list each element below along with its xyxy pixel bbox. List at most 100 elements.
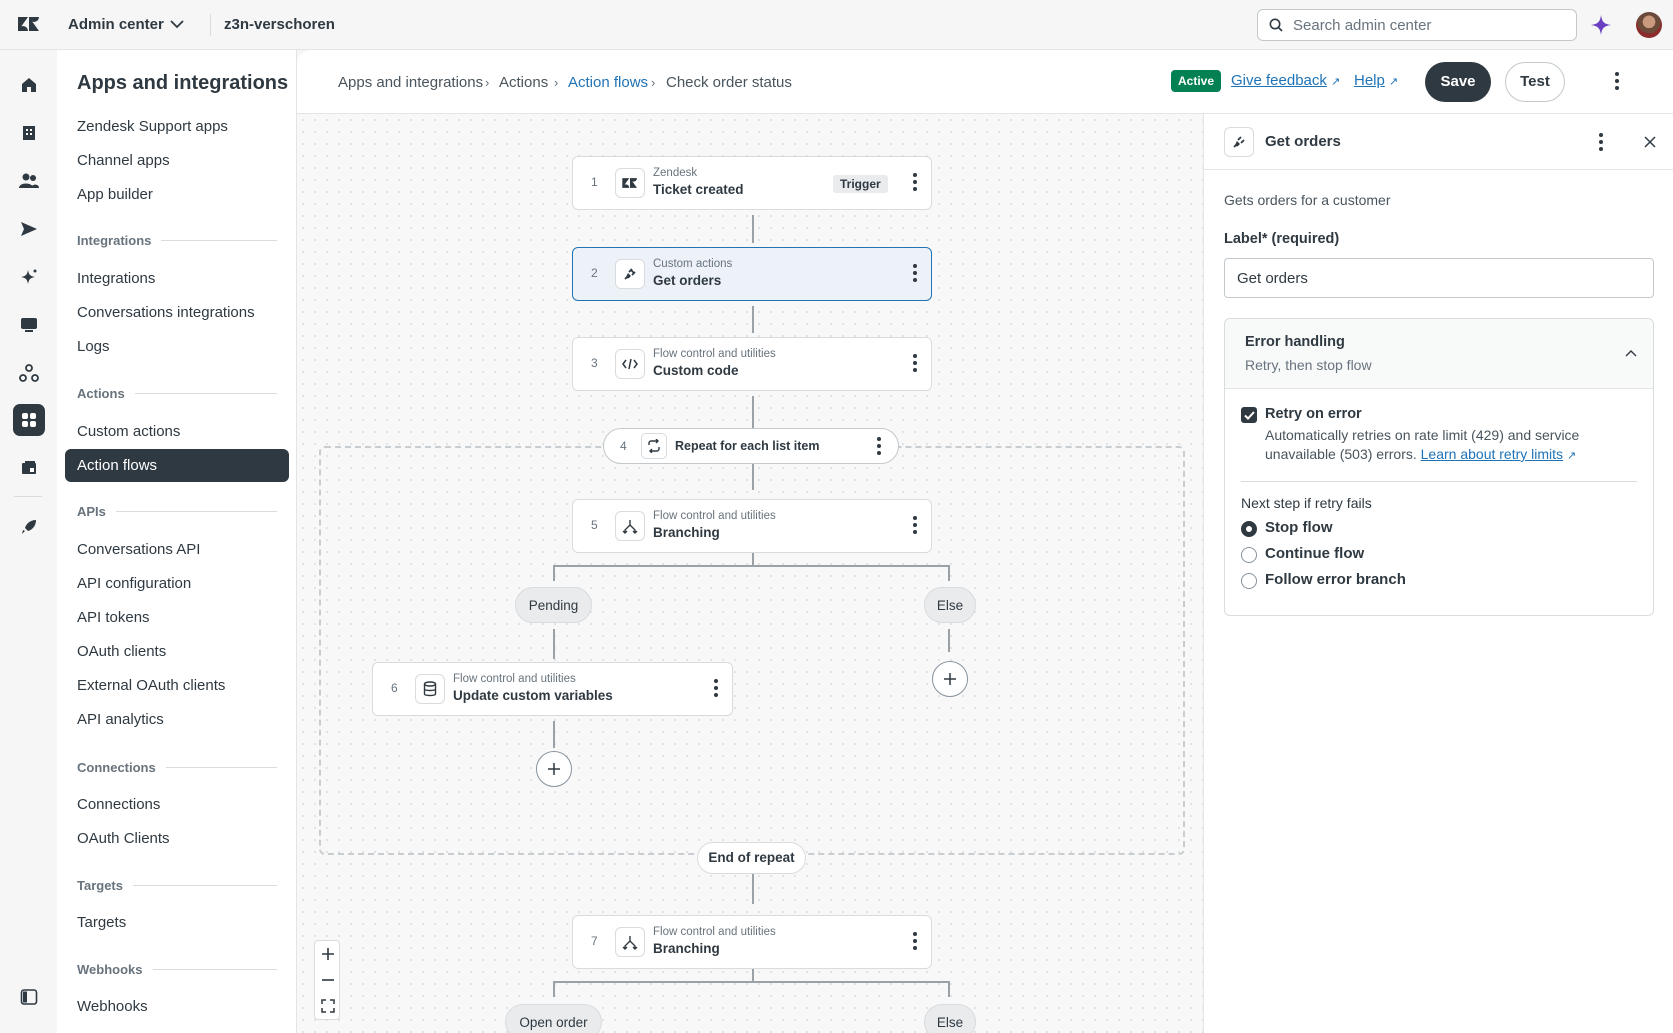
flow-step-branching[interactable]: 5 Flow control and utilities Branching [572, 499, 932, 553]
save-button[interactable]: Save [1425, 62, 1491, 102]
more-options-icon[interactable] [913, 932, 917, 950]
rocket-icon[interactable] [16, 514, 42, 540]
ai-sparkle-icon[interactable] [1590, 14, 1612, 36]
divider [1241, 481, 1637, 482]
page-header: Apps and integrations › Actions › Action… [297, 50, 1673, 114]
zoom-out-icon[interactable] [321, 973, 335, 987]
close-icon[interactable] [1644, 136, 1656, 148]
code-icon [615, 349, 645, 379]
people-icon[interactable] [16, 168, 42, 194]
flow-step-branching-2[interactable]: 7 Flow control and utilities Branching [572, 915, 932, 969]
step-title: Get orders [653, 273, 722, 288]
more-options-icon[interactable] [714, 679, 718, 697]
plus-icon [548, 763, 560, 775]
send-icon[interactable] [16, 216, 42, 242]
sidebar-item-api-analytics[interactable]: API analytics [77, 710, 164, 730]
check-icon [1243, 410, 1255, 420]
sidebar-item-webhooks[interactable]: Webhooks [77, 997, 148, 1017]
workspaces-icon[interactable] [16, 455, 42, 481]
sidebar-item-zendesk-support-apps[interactable]: Zendesk Support apps [77, 117, 228, 137]
sidebar-item-channel-apps[interactable]: Channel apps [77, 151, 170, 171]
chevron-up-icon[interactable] [1625, 349, 1637, 357]
breadcrumb-item[interactable]: Apps and integrations [338, 74, 483, 91]
chevron-right-icon: › [554, 75, 559, 90]
apps-icon[interactable] [13, 404, 45, 436]
continue-flow-radio[interactable] [1241, 547, 1257, 563]
chevron-down-icon[interactable] [170, 20, 184, 29]
more-options-icon[interactable] [913, 264, 917, 282]
external-link-icon: ↗ [1331, 76, 1341, 88]
panel-title: Get orders [1265, 133, 1341, 150]
ai-sparkle-icon[interactable] [16, 264, 42, 290]
branch-label-pending[interactable]: Pending [515, 587, 592, 623]
branch-label-else[interactable]: Else [924, 587, 976, 623]
objects-icon[interactable] [16, 360, 42, 386]
building-icon[interactable] [16, 120, 42, 146]
sidebar-section-heading: Connections [77, 760, 277, 775]
product-name: Admin center [68, 16, 164, 33]
product-switcher[interactable]: Admin center [68, 16, 164, 33]
sidebar-item-conversations-integrations[interactable]: Conversations integrations [77, 303, 255, 323]
sidebar-item-external-oauth-clients[interactable]: External OAuth clients [77, 676, 225, 696]
zoom-in-icon[interactable] [321, 947, 335, 961]
more-options-icon[interactable] [1615, 72, 1619, 90]
branch-icon [615, 511, 645, 541]
connector [752, 874, 754, 904]
account-name: z3n-verschoren [224, 16, 335, 33]
sidebar-item-targets[interactable]: Targets [77, 913, 126, 933]
more-options-icon[interactable] [913, 354, 917, 372]
error-handling-header[interactable]: Error handling Retry, then stop flow [1225, 319, 1653, 389]
flow-canvas[interactable]: 1 Zendesk Ticket created Trigger 2 Custo… [297, 114, 1203, 1033]
give-feedback-link[interactable]: Give feedback ↗ [1231, 72, 1340, 89]
step-number: 1 [591, 175, 598, 189]
sidebar-item-connections[interactable]: Connections [77, 795, 160, 815]
sidebar-item-logs[interactable]: Logs [77, 337, 110, 357]
sidebar-item-oauth-clients[interactable]: OAuth clients [77, 642, 166, 662]
test-button[interactable]: Test [1505, 62, 1565, 102]
sidebar-item-oauth-clients-2[interactable]: OAuth Clients [77, 829, 170, 849]
add-step-button[interactable] [536, 751, 572, 787]
follow-error-branch-radio[interactable] [1241, 573, 1257, 589]
search-input[interactable]: Search admin center [1257, 9, 1577, 41]
flow-step-repeat[interactable]: 4 Repeat for each list item [603, 428, 899, 464]
sidebar-item-api-tokens[interactable]: API tokens [77, 608, 150, 628]
label-field[interactable] [1224, 258, 1654, 298]
breadcrumb-item[interactable]: Action flows [568, 74, 648, 91]
home-icon[interactable] [16, 72, 42, 98]
trigger-tag: Trigger [833, 175, 888, 193]
step-category: Zendesk [653, 167, 698, 179]
help-link[interactable]: Help ↗ [1354, 72, 1398, 89]
error-handling-summary: Retry, then stop flow [1245, 357, 1372, 373]
learn-retry-limits-link[interactable]: Learn about retry limits [1421, 446, 1563, 462]
branch-label-else[interactable]: Else [924, 1004, 976, 1033]
breadcrumb-current: Check order status [666, 74, 792, 91]
sidebar-item-integrations[interactable]: Integrations [77, 269, 155, 289]
stop-flow-radio[interactable] [1241, 521, 1257, 537]
breadcrumb-item[interactable]: Actions [499, 74, 548, 91]
more-options-icon[interactable] [913, 173, 917, 191]
flow-step-update-custom-variables[interactable]: 6 Flow control and utilities Update cust… [372, 662, 733, 716]
add-step-button[interactable] [932, 661, 968, 697]
flow-step-ticket-created[interactable]: 1 Zendesk Ticket created Trigger [572, 156, 932, 210]
flow-step-custom-code[interactable]: 3 Flow control and utilities Custom code [572, 337, 932, 391]
retry-on-error-checkbox[interactable] [1241, 407, 1257, 423]
error-handling-section: Error handling Retry, then stop flow Ret… [1224, 318, 1654, 616]
sidebar-item-api-configuration[interactable]: API configuration [77, 574, 191, 594]
sidebar-item-app-builder[interactable]: App builder [77, 185, 153, 205]
more-options-icon[interactable] [913, 516, 917, 534]
divider [14, 496, 42, 497]
flow-step-get-orders[interactable]: 2 Custom actions Get orders [572, 247, 932, 301]
panel-description: Gets orders for a customer [1224, 192, 1391, 208]
more-options-icon[interactable] [877, 437, 881, 455]
sidebar-toggle-icon[interactable] [16, 984, 42, 1010]
sidebar-item-custom-actions[interactable]: Custom actions [77, 422, 180, 442]
branch-label-open-order[interactable]: Open order [505, 1004, 602, 1033]
sidebar-item-conversations-api[interactable]: Conversations API [77, 540, 200, 560]
fit-view-icon[interactable] [321, 999, 335, 1013]
sidebar-section-heading: APIs [77, 504, 277, 519]
next-step-label: Next step if retry fails [1241, 495, 1372, 511]
zendesk-logo-icon[interactable] [18, 14, 40, 34]
more-options-icon[interactable] [1599, 133, 1603, 151]
chat-icon[interactable] [16, 312, 42, 338]
avatar[interactable] [1636, 12, 1662, 38]
